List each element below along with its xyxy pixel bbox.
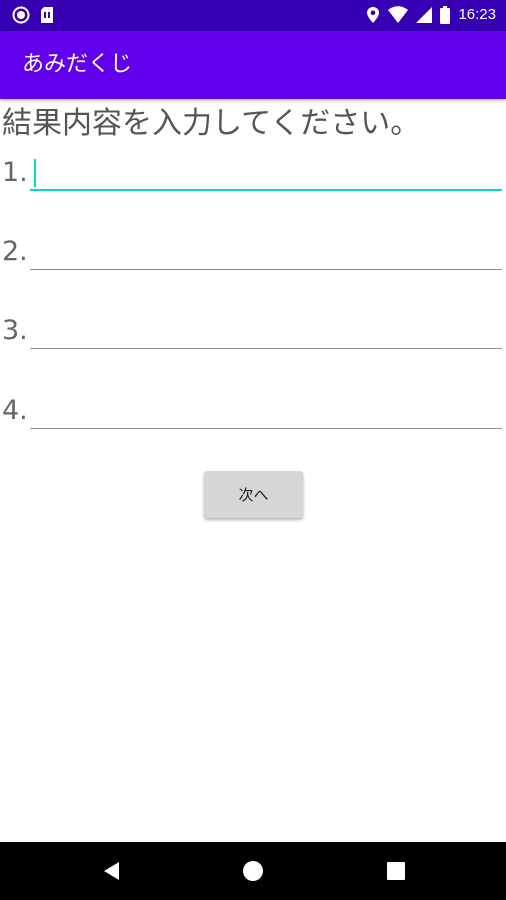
text-cursor [34,159,36,187]
row-number-2: 2. [2,236,28,267]
app-title: あみだくじ [22,52,133,77]
row-number-1: 1. [2,157,28,188]
row-number-4: 4. [2,395,28,426]
result-row-3: 3. [0,313,506,363]
result-row-4: 4. [0,393,506,443]
location-icon [367,7,380,23]
status-bar: 16:23 [0,0,506,31]
status-left-icons [12,6,54,24]
result-row-1: 1. [0,155,506,205]
home-icon[interactable] [241,859,265,883]
status-right-icons: 16:23 [366,5,496,25]
battery-icon [440,6,451,24]
result-row-2: 2. [0,234,506,284]
row-number-3: 3. [2,315,28,346]
notification-dot-icon [12,6,30,24]
app-bar: あみだくじ [0,31,506,99]
result-input-4[interactable] [30,393,502,429]
navigation-bar [0,842,506,900]
recents-icon[interactable] [384,859,408,883]
instruction-text: 結果内容を入力してください。 [2,106,421,141]
result-input-1[interactable] [30,155,502,191]
result-input-2[interactable] [30,234,502,270]
status-time: 16:23 [458,6,496,23]
back-icon[interactable] [99,859,123,883]
wifi-icon [388,6,409,23]
cellular-signal-icon [416,7,433,23]
result-input-3[interactable] [30,313,502,349]
sim-card-icon [41,7,53,23]
next-button[interactable]: 次へ [204,471,303,518]
screen: 16:23 あみだくじ 結果内容を入力してください。 1. 2. 3. 4. 次… [0,0,506,900]
